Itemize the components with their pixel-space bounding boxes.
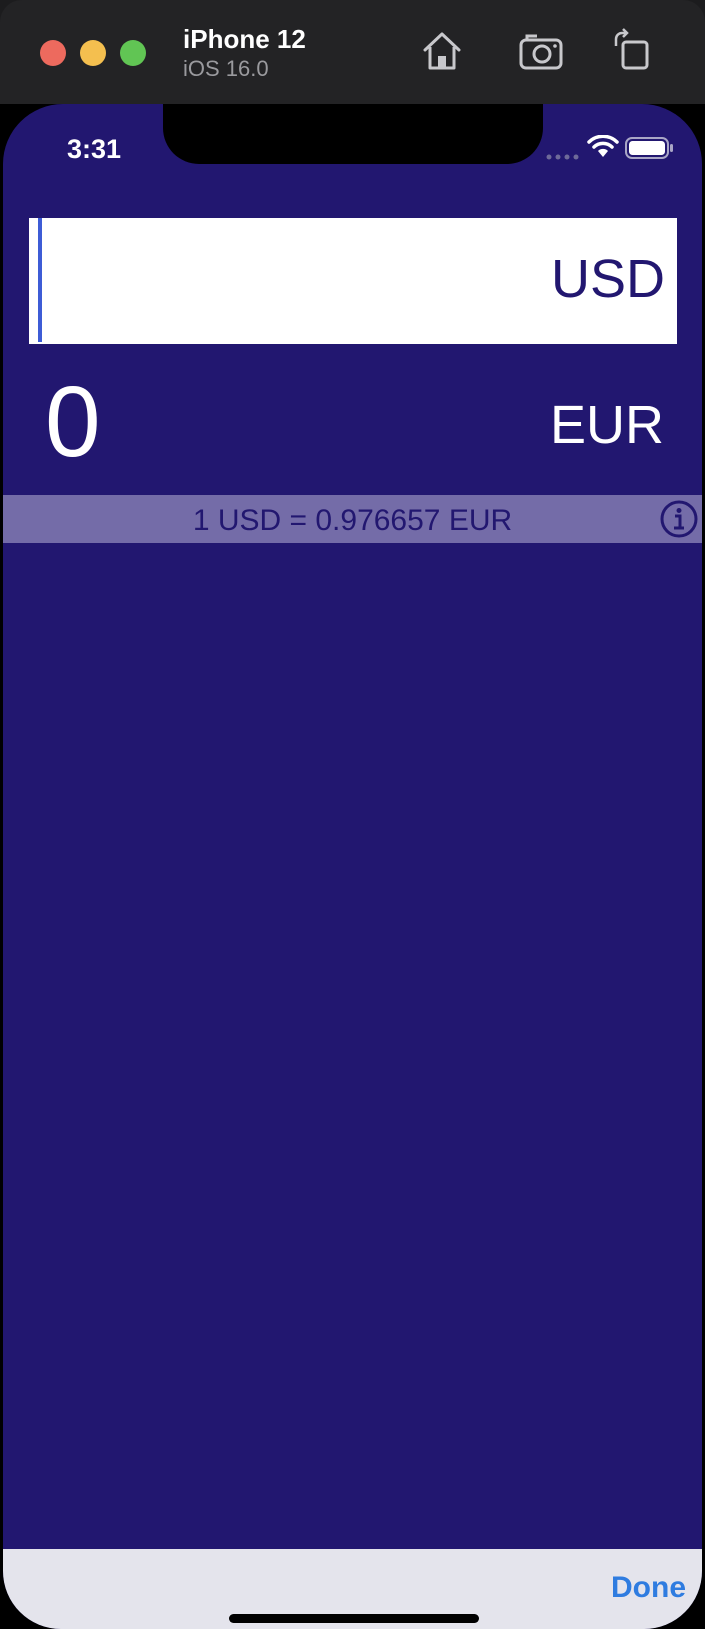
text-cursor [38, 218, 42, 342]
info-icon[interactable] [659, 499, 699, 539]
home-indicator[interactable] [229, 1614, 479, 1623]
simulator-title-bar: iPhone 12 iOS 16.0 [0, 0, 705, 104]
output-currency-button[interactable]: EUR [550, 394, 664, 456]
simulator-window: iPhone 12 iOS 16.0 3:31 USD 0 EUR 1 USD … [0, 0, 705, 1629]
home-icon[interactable] [419, 28, 465, 74]
device-os-version: iOS 16.0 [183, 56, 269, 81]
close-window-button[interactable] [40, 40, 66, 66]
battery-icon [625, 137, 673, 159]
rotate-icon[interactable] [610, 28, 656, 74]
device-notch [163, 104, 543, 164]
wifi-icon [587, 135, 619, 157]
amount-input-field[interactable]: USD [29, 218, 677, 344]
done-button[interactable]: Done [611, 1571, 686, 1605]
zoom-window-button[interactable] [120, 40, 146, 66]
exchange-rate-bar: 1 USD = 0.976657 EUR [3, 495, 702, 543]
device-name: iPhone 12 [183, 24, 306, 54]
status-time: 3:31 [67, 134, 122, 164]
converted-amount: 0 [45, 366, 101, 478]
minimize-window-button[interactable] [80, 40, 106, 66]
screenshot-icon[interactable] [518, 28, 564, 74]
input-currency-button[interactable]: USD [551, 248, 665, 310]
exchange-rate-text: 1 USD = 0.976657 EUR [192, 504, 513, 537]
signal-dots-icon [546, 154, 579, 160]
device-screen: 3:31 USD 0 EUR 1 USD = 0.976657 EUR Done [3, 104, 702, 1629]
keyboard-toolbar: Done [3, 1549, 702, 1629]
